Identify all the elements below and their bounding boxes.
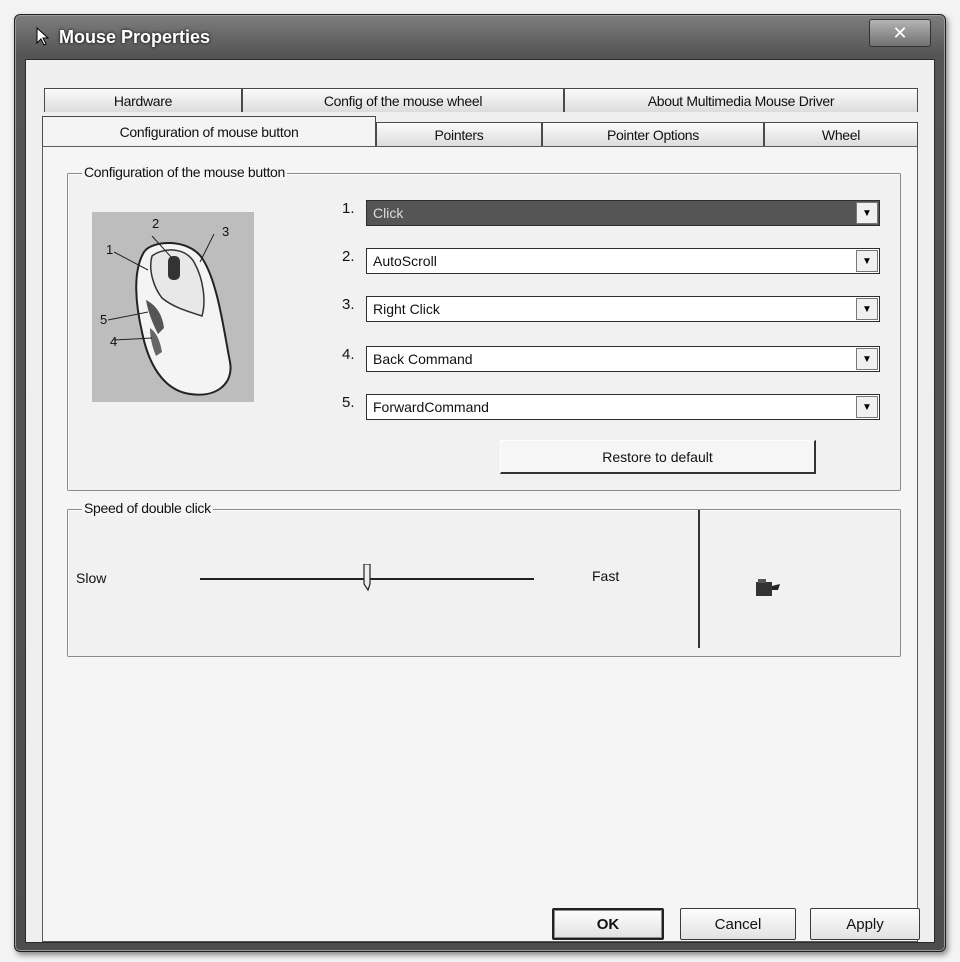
chevron-down-icon[interactable]: ▼	[856, 396, 878, 418]
button-number-1: 1.	[342, 200, 355, 217]
slider-thumb[interactable]	[362, 564, 372, 592]
button-number-3: 3.	[342, 296, 355, 313]
tab-hardware[interactable]: Hardware	[44, 88, 242, 112]
tab-about-driver[interactable]: About Multimedia Mouse Driver	[564, 88, 918, 112]
combo-value: Right Click	[373, 301, 440, 317]
combo-value: AutoScroll	[373, 253, 437, 269]
close-button[interactable]: ✕	[869, 19, 931, 47]
tab-label: Config of the mouse wheel	[323, 92, 483, 109]
restore-default-button[interactable]: Restore to default	[500, 440, 816, 474]
mouse-pointer-icon	[36, 26, 50, 46]
tab-label: About Multimedia Mouse Driver	[647, 92, 835, 109]
apply-button[interactable]: Apply	[810, 908, 920, 940]
tab-configuration-mouse-button[interactable]: Configuration of mouse button	[42, 116, 376, 146]
button-5-select[interactable]: ForwardCommand ▼	[366, 394, 880, 420]
button-4-select[interactable]: Back Command ▼	[366, 346, 880, 372]
tab-config-mouse-wheel[interactable]: Config of the mouse wheel	[242, 88, 564, 112]
group-legend: Configuration of the mouse button	[82, 164, 288, 180]
mouse-diagram-image: 1 2 3 4 5	[92, 212, 254, 402]
chevron-down-icon[interactable]: ▼	[856, 298, 878, 320]
double-click-speed-group: Speed of double click Slow Fast	[67, 500, 901, 657]
title-bar[interactable]: Mouse Properties ✕	[15, 15, 945, 59]
combo-value: Click	[373, 205, 404, 221]
tab-label: Pointer Options	[607, 126, 699, 143]
tab-label: Pointers	[434, 126, 484, 143]
diagram-label-3: 3	[222, 224, 230, 239]
chevron-down-icon[interactable]: ▼	[856, 202, 878, 224]
chevron-down-icon[interactable]: ▼	[856, 250, 878, 272]
cancel-button[interactable]: Cancel	[680, 908, 796, 940]
combo-value: Back Command	[373, 351, 473, 367]
tab-wheel[interactable]: Wheel	[764, 122, 918, 146]
diagram-label-4: 4	[110, 334, 118, 349]
tab-panel: Configuration of the mouse button 1 2 3 …	[42, 146, 918, 942]
mouse-properties-window: Mouse Properties ✕ Hardware Config of th…	[14, 14, 946, 952]
button-number-2: 2.	[342, 248, 355, 265]
tab-pointers[interactable]: Pointers	[376, 122, 542, 146]
ok-button[interactable]: OK	[552, 908, 664, 940]
window-title: Mouse Properties	[59, 27, 211, 47]
fast-label: Fast	[592, 568, 620, 584]
dialog-body: Hardware Config of the mouse wheel About…	[25, 59, 935, 943]
button-2-select[interactable]: AutoScroll ▼	[366, 248, 880, 274]
folder-icon[interactable]	[754, 576, 782, 600]
button-3-select[interactable]: Right Click ▼	[366, 296, 880, 322]
button-number-5: 5.	[342, 394, 355, 411]
double-click-test-area[interactable]	[698, 510, 900, 648]
group-legend: Speed of double click	[82, 500, 213, 516]
mouse-illustration-icon	[107, 233, 232, 396]
tab-label: Hardware	[113, 92, 173, 109]
diagram-label-1: 1	[106, 242, 114, 257]
diagram-label-2: 2	[152, 216, 160, 231]
chevron-down-icon[interactable]: ▼	[856, 348, 878, 370]
tab-pointer-options[interactable]: Pointer Options	[542, 122, 764, 146]
tab-label: Wheel	[821, 126, 861, 143]
combo-value: ForwardCommand	[373, 399, 489, 415]
close-icon: ✕	[892, 22, 908, 43]
button-1-select[interactable]: Click ▼	[366, 200, 880, 226]
diagram-label-5: 5	[100, 312, 108, 327]
button-number-4: 4.	[342, 346, 355, 363]
tab-label: Configuration of mouse button	[119, 123, 299, 140]
button-config-group: Configuration of the mouse button 1 2 3 …	[67, 164, 901, 491]
slow-label: Slow	[76, 570, 107, 586]
